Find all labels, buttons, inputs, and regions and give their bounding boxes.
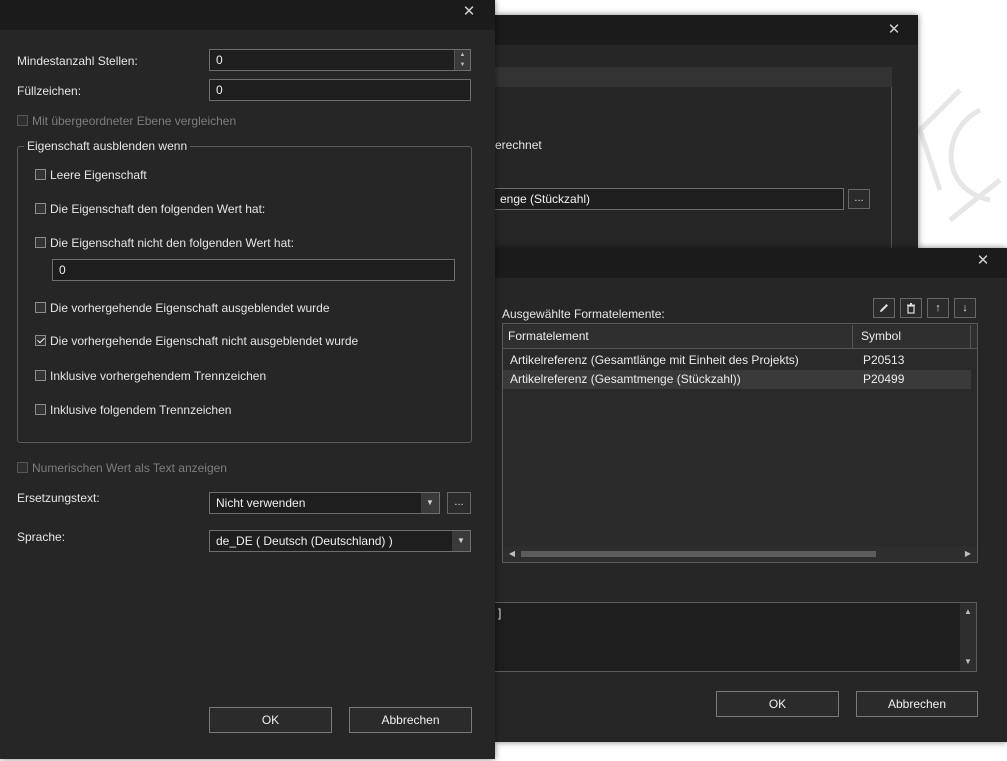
trash-icon [907,303,915,314]
column-header-symbol[interactable]: Symbol [861,325,971,348]
scroll-right-icon[interactable]: ▶ [961,547,975,561]
fill-char-input[interactable]: 0 [209,79,471,101]
scroll-left-icon[interactable]: ◀ [505,547,519,561]
option-checkbox[interactable] [35,370,46,381]
vertical-scrollbar[interactable]: ▲ ▼ [960,603,976,671]
scroll-up-icon[interactable]: ▲ [961,605,975,619]
number-format-titlebar [0,0,495,30]
close-icon[interactable]: ✕ [973,251,993,271]
spin-down-icon[interactable]: ▼ [454,60,470,70]
chevron-down-icon[interactable]: ▼ [452,531,470,551]
option-checkbox[interactable] [35,237,46,248]
option-label: Die vorhergehende Eigenschaft ausgeblend… [50,301,330,315]
language-value: de_DE ( Deutsch (Deutschland) ) [216,534,393,548]
arrow-up-icon: ↑ [935,302,941,314]
cancel-button[interactable]: Abbrechen [856,691,978,717]
reference-field[interactable]: enge (Stückzahl) [493,188,844,210]
replacement-browse-button[interactable]: ... [447,492,471,514]
format-text-value: ] [498,606,502,620]
language-select[interactable]: de_DE ( Deutsch (Deutschland) ) ▼ [209,530,471,552]
delete-button[interactable] [900,298,922,318]
close-icon[interactable]: ✕ [459,2,479,22]
option-empty-property[interactable]: Leere Eigenschaft [35,167,435,183]
hide-value: 0 [59,263,66,277]
cancel-button[interactable]: Abbrechen [349,707,472,733]
compare-parent-box[interactable] [17,115,28,126]
hide-property-group [17,146,472,443]
format-elements-dialog: ✕ Ausgewählte Formatelemente: ↑ ↓ Format… [493,248,1007,742]
move-up-button[interactable]: ↑ [927,298,949,318]
row-symbol: P20499 [863,372,905,386]
option-checkbox[interactable] [35,302,46,313]
fill-char-label: Füllzeichen: [17,84,82,98]
close-icon[interactable]: ✕ [884,20,904,40]
numeric-as-text-box[interactable] [17,462,28,473]
table-row[interactable]: Artikelreferenz (Gesamtlänge mit Einheit… [503,351,971,370]
background-dialog: ✕ erechnet enge (Stückzahl) ... [493,15,918,250]
tab-strip [495,67,892,87]
hide-property-group-label: Eigenschaft ausblenden wenn [24,139,191,153]
row-symbol: P20513 [863,353,905,367]
option-label: Inklusive vorhergehendem Trennzeichen [50,369,267,383]
table-header: Formatelement Symbol [503,325,977,349]
number-format-dialog: ✕ Mindestanzahl Stellen: 0 ▲ ▼ Füllzeich… [0,0,495,759]
pencil-icon [880,304,888,312]
reference-field-value: enge (Stückzahl) [500,192,591,206]
scrollbar-thumb[interactable] [521,551,876,557]
row-element: Artikelreferenz (Gesamtmenge (Stückzahl)… [510,372,741,386]
language-label: Sprache: [17,530,66,544]
row-element: Artikelreferenz (Gesamtlänge mit Einheit… [510,353,799,367]
option-label: Die Eigenschaft nicht den folgenden Wert… [50,236,294,250]
option-label: Inklusive folgendem Trennzeichen [50,403,232,417]
replacement-label: Ersetzungstext: [17,491,100,505]
min-digits-value: 0 [216,53,223,67]
format-text-area[interactable]: ] ▲ ▼ [493,602,977,672]
calculated-label: erechnet [495,138,542,152]
reference-browse-button[interactable]: ... [848,189,870,209]
background-dialog-titlebar [495,15,918,45]
edit-button[interactable] [873,298,895,318]
compare-parent-checkbox[interactable]: Mit übergeordneter Ebene vergleichen [17,113,317,129]
hide-value-input[interactable]: 0 [52,259,455,281]
option-checkbox[interactable] [35,169,46,180]
option-checkbox[interactable] [35,404,46,415]
min-digits-input[interactable]: 0 ▲ ▼ [209,49,471,71]
selected-elements-label: Ausgewählte Formatelemente: [502,307,665,321]
option-include-following-separator[interactable]: Inklusive folgendem Trennzeichen [35,402,435,418]
arrow-down-icon: ↓ [962,302,968,314]
column-header-formatelement[interactable]: Formatelement [508,325,853,348]
scroll-down-icon[interactable]: ▼ [961,655,975,669]
spin-up-icon[interactable]: ▲ [454,50,470,60]
table-row[interactable]: Artikelreferenz (Gesamtmenge (Stückzahl)… [503,370,971,389]
option-label: Die vorhergehende Eigenschaft nicht ausg… [50,334,359,348]
numeric-as-text-label: Numerischen Wert als Text anzeigen [32,461,227,475]
replacement-select[interactable]: Nicht verwenden ▼ [209,492,440,514]
horizontal-scrollbar[interactable]: ◀ ▶ [503,546,977,562]
option-label: Die Eigenschaft den folgenden Wert hat: [50,202,266,216]
chevron-down-icon[interactable]: ▼ [421,493,439,513]
option-has-value[interactable]: Die Eigenschaft den folgenden Wert hat: [35,201,435,217]
format-elements-titlebar [495,248,1007,278]
option-checkbox[interactable] [35,203,46,214]
move-down-button[interactable]: ↓ [954,298,976,318]
ok-button[interactable]: OK [716,691,839,717]
option-not-has-value[interactable]: Die Eigenschaft nicht den folgenden Wert… [35,235,435,251]
format-elements-table: Formatelement Symbol Artikelreferenz (Ge… [502,323,978,563]
option-include-previous-separator[interactable]: Inklusive vorhergehendem Trennzeichen [35,368,435,384]
min-digits-label: Mindestanzahl Stellen: [17,54,138,68]
content-panel [495,87,892,250]
option-previous-hidden[interactable]: Die vorhergehende Eigenschaft ausgeblend… [35,300,435,316]
option-label: Leere Eigenschaft [50,168,147,182]
compare-parent-label: Mit übergeordneter Ebene vergleichen [32,114,237,128]
fill-char-value: 0 [216,83,223,97]
replacement-value: Nicht verwenden [216,496,306,510]
option-checkbox-checked[interactable] [35,335,46,346]
numeric-as-text-checkbox[interactable]: Numerischen Wert als Text anzeigen [17,460,317,476]
ok-button[interactable]: OK [209,707,332,733]
option-previous-not-hidden[interactable]: Die vorhergehende Eigenschaft nicht ausg… [35,333,435,349]
